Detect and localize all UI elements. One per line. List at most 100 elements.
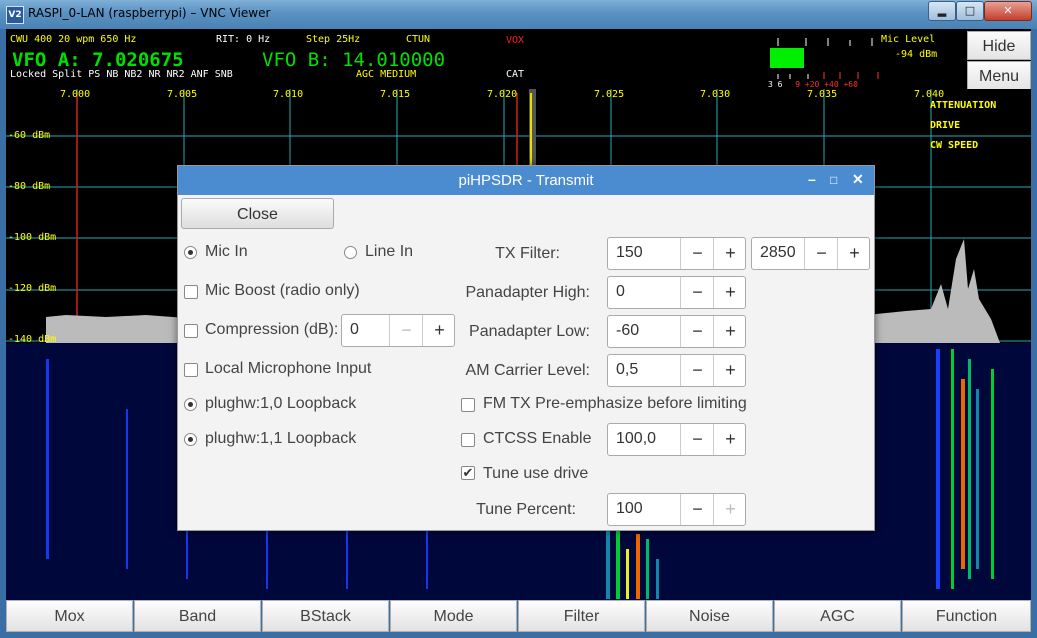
cat-status: CAT xyxy=(506,69,525,80)
local-mic-label: Local Microphone Input xyxy=(205,360,372,377)
tx-filter-low-minus-button[interactable]: − xyxy=(680,238,714,269)
attenuation-label[interactable]: ATTENUATION xyxy=(930,100,996,111)
bottom-toolbar: Mox Band BStack Mode Filter Noise AGC Fu… xyxy=(6,600,1031,632)
vox-status: VOX xyxy=(506,35,525,46)
pan-low-minus-button[interactable]: − xyxy=(680,316,714,347)
vfo-a-display[interactable]: VFO A: 7.020675 xyxy=(12,49,184,71)
tx-filter-low-value[interactable]: 150 xyxy=(616,244,643,262)
freq-label: 7.025 xyxy=(594,89,625,100)
freq-label: 7.030 xyxy=(700,89,731,100)
dbm-label: -140 dBm xyxy=(8,334,57,345)
ctcss-checkbox[interactable] xyxy=(461,433,475,447)
am-carrier-plus-button[interactable]: + xyxy=(713,355,747,386)
pan-low-plus-button[interactable]: + xyxy=(713,316,747,347)
tune-percent-minus-button[interactable]: − xyxy=(680,494,714,525)
meter-value: -94 dBm xyxy=(895,49,938,60)
meter-title: Mic Level xyxy=(881,34,936,45)
freq-label: 7.015 xyxy=(380,89,411,100)
dialog-close-icon[interactable]: ✕ xyxy=(852,171,864,188)
freq-label: 7.000 xyxy=(60,89,91,100)
drive-label[interactable]: DRIVE xyxy=(930,120,960,131)
transmit-dialog: piHPSDR - Transmit – □ ✕ Close Mic In Li… xyxy=(177,165,875,531)
meter-scale-low: 3 6 xyxy=(768,80,783,89)
tx-filter-low-plus-button[interactable]: + xyxy=(713,238,747,269)
dbm-label: -100 dBm xyxy=(8,232,57,243)
compression-checkbox[interactable] xyxy=(184,324,198,338)
mox-button[interactable]: Mox xyxy=(6,600,133,632)
close-button[interactable]: Close xyxy=(181,198,334,229)
menu-button[interactable]: Menu xyxy=(967,61,1031,90)
mic-level-bar xyxy=(770,48,804,68)
window-titlebar: V2 RASPI_0-LAN (raspberrypi) – VNC Viewe… xyxy=(0,0,1037,29)
close-window-button[interactable]: ✕ xyxy=(984,1,1032,21)
tx-filter-high-value[interactable]: 2850 xyxy=(760,244,796,262)
meter-scale: 3 6 9 +20 +40 +60 xyxy=(768,80,858,89)
tx-filter-low-stepper[interactable]: 150 − + xyxy=(607,237,746,270)
dbm-label: -80 dBm xyxy=(8,181,51,192)
mic-boost-label: Mic Boost (radio only) xyxy=(205,282,360,299)
tune-percent-value[interactable]: 100 xyxy=(616,500,643,518)
plughw11-radio[interactable] xyxy=(184,433,197,446)
tx-filter-high-minus-button[interactable]: − xyxy=(804,238,838,269)
agc-status: AGC MEDIUM xyxy=(356,69,417,80)
bstack-button[interactable]: BStack xyxy=(262,600,389,632)
noise-button[interactable]: Noise xyxy=(646,600,773,632)
pan-high-plus-button[interactable]: + xyxy=(713,277,747,308)
ctcss-stepper[interactable]: 100,0 − + xyxy=(607,423,746,456)
tx-filter-high-plus-button[interactable]: + xyxy=(837,238,871,269)
dialog-minimize-icon[interactable]: – xyxy=(808,171,816,187)
vfo-b-display[interactable]: VFO B: 14.010000 xyxy=(262,49,445,71)
dbm-label: -120 dBm xyxy=(8,283,57,294)
tx-filter-high-stepper[interactable]: 2850 − + xyxy=(751,237,870,270)
fm-pre-label: FM TX Pre-emphasize before limiting xyxy=(483,395,747,412)
pan-low-value[interactable]: -60 xyxy=(616,322,639,340)
mic-boost-checkbox[interactable] xyxy=(184,285,198,299)
plughw11-label: plughw:1,1 Loopback xyxy=(205,430,357,447)
pan-high-value[interactable]: 0 xyxy=(616,283,625,301)
ctcss-minus-button[interactable]: − xyxy=(680,424,714,455)
maximize-button[interactable]: □ xyxy=(956,1,984,21)
am-carrier-value[interactable]: 0,5 xyxy=(616,361,638,379)
meter-scale-high: 9 +20 +40 +60 xyxy=(795,80,858,89)
compression-label: Compression (dB): xyxy=(205,321,339,338)
tune-percent-plus-button[interactable]: + xyxy=(713,494,747,525)
window-title: RASPI_0-LAN (raspberrypi) – VNC Viewer xyxy=(28,6,271,20)
mic-in-radio[interactable] xyxy=(184,246,197,259)
am-carrier-minus-button[interactable]: − xyxy=(680,355,714,386)
dialog-title: piHPSDR - Transmit xyxy=(458,172,594,189)
pan-low-label: Panadapter Low: xyxy=(469,323,590,340)
line-in-label: Line In xyxy=(365,243,414,260)
cw-speed-label[interactable]: CW SPEED xyxy=(930,140,978,151)
mode-button[interactable]: Mode xyxy=(390,600,517,632)
compression-value[interactable]: 0 xyxy=(350,321,359,339)
hide-button[interactable]: Hide xyxy=(967,31,1031,60)
plughw10-radio[interactable] xyxy=(184,398,197,411)
am-carrier-stepper[interactable]: 0,5 − + xyxy=(607,354,746,387)
dialog-maximize-icon[interactable]: □ xyxy=(830,173,837,187)
filter-button[interactable]: Filter xyxy=(518,600,645,632)
pan-low-stepper[interactable]: -60 − + xyxy=(607,315,746,348)
freq-label: 7.020 xyxy=(487,89,518,100)
vnc-logo-icon: V2 xyxy=(6,6,24,24)
ctcss-plus-button[interactable]: + xyxy=(713,424,747,455)
agc-button[interactable]: AGC xyxy=(774,600,901,632)
local-mic-checkbox[interactable] xyxy=(184,363,198,377)
flags-status: Locked Split PS NB NB2 NR NR2 ANF SNB xyxy=(10,69,233,80)
fm-pre-checkbox[interactable] xyxy=(461,398,475,412)
function-button[interactable]: Function xyxy=(902,600,1031,632)
mic-level-meter: 3 6 9 +20 +40 +60 xyxy=(768,34,898,90)
tune-percent-stepper[interactable]: 100 − + xyxy=(607,493,746,526)
band-button[interactable]: Band xyxy=(134,600,261,632)
minimize-button[interactable]: ▂ xyxy=(928,1,956,21)
ctcss-value[interactable]: 100,0 xyxy=(616,430,656,448)
rit-status: RIT: 0 Hz xyxy=(216,34,271,45)
mode-status: CWU 400 20 wpm 650 Hz xyxy=(10,34,137,45)
line-in-radio[interactable] xyxy=(344,246,357,259)
pan-high-stepper[interactable]: 0 − + xyxy=(607,276,746,309)
tune-drive-checkbox[interactable]: ✔ xyxy=(461,466,475,480)
pan-high-minus-button[interactable]: − xyxy=(680,277,714,308)
freq-label: 7.035 xyxy=(807,89,838,100)
ctun-status: CTUN xyxy=(406,34,431,45)
tune-percent-label: Tune Percent: xyxy=(476,501,576,518)
freq-label: 7.005 xyxy=(167,89,198,100)
